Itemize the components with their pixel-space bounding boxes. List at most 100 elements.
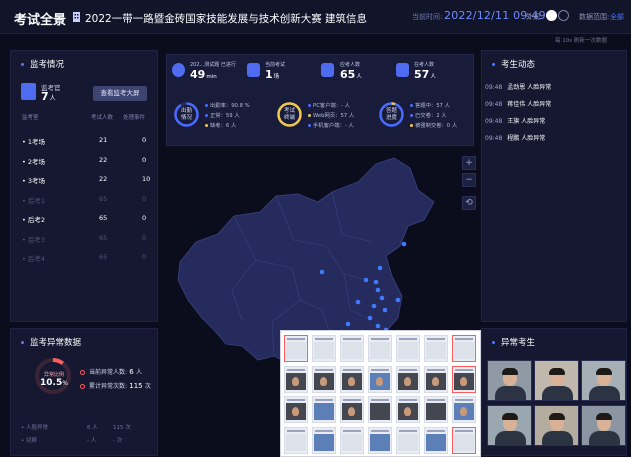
table-cell: 21 xyxy=(99,136,108,144)
video-tile[interactable] xyxy=(424,335,448,362)
video-tile[interactable] xyxy=(312,396,336,423)
table-cell: • 后考3 xyxy=(22,235,46,244)
video-tile[interactable] xyxy=(284,396,308,423)
gauge-detail: 答题中：57 人 xyxy=(410,101,450,109)
video-tile[interactable] xyxy=(368,365,392,393)
moon-icon[interactable] xyxy=(558,10,569,21)
video-tile[interactable] xyxy=(424,426,448,454)
table-cell: 22 xyxy=(99,155,108,164)
range-link[interactable]: 全部 xyxy=(610,12,624,22)
candidate-photo[interactable] xyxy=(581,360,626,401)
gauge-detail: 手机客户端：- 人 xyxy=(308,121,354,129)
proctor-count: 7人 xyxy=(41,90,56,103)
gauge-detail: PC客户端：- 人 xyxy=(308,101,350,109)
ring-value: 10.5% xyxy=(40,378,68,388)
table-row[interactable]: • 后考1 65 0 xyxy=(11,195,159,211)
dot-icon xyxy=(80,369,85,375)
time-label: 当前时间: xyxy=(412,13,443,21)
video-tile[interactable] xyxy=(396,365,420,393)
video-tile[interactable] xyxy=(284,335,308,362)
current-anomaly: 当前异常人数: 6 人 xyxy=(80,367,142,376)
table-cell: 0 xyxy=(142,194,147,203)
video-tile[interactable] xyxy=(396,396,420,423)
video-tile[interactable] xyxy=(340,396,364,423)
video-tile[interactable] xyxy=(340,365,364,393)
candidate-photo[interactable] xyxy=(581,405,626,446)
table-cell: 65 xyxy=(99,214,108,222)
reset-view-button[interactable]: ⟲ xyxy=(462,196,476,210)
video-tile[interactable] xyxy=(452,365,476,393)
table-row[interactable]: • 后考4 65 0 xyxy=(11,253,159,269)
video-tile[interactable] xyxy=(368,335,392,362)
table-cell: 65 xyxy=(99,233,108,242)
ring-label: 异常比例 xyxy=(43,372,64,378)
video-tile[interactable] xyxy=(452,396,476,423)
candidates: 65人 xyxy=(340,68,362,81)
anomaly-row-times: - 次 xyxy=(113,438,123,444)
present-label: 在考人数 xyxy=(414,62,435,68)
video-tile[interactable] xyxy=(312,365,336,393)
table-row[interactable]: • 3考场 22 10 xyxy=(11,175,159,191)
gauge-detail: 缺考：6 人 xyxy=(205,121,236,129)
table-cell: 0 xyxy=(142,253,147,261)
table-cell: 0 xyxy=(142,155,147,164)
video-tile[interactable] xyxy=(284,365,308,393)
dynamic-item[interactable]: 09:48 程鹏 人脸异常 xyxy=(485,133,545,142)
table-cell: • 3考场 xyxy=(22,177,46,185)
user-icon xyxy=(21,83,36,100)
theme-label: 外观: xyxy=(526,13,543,21)
video-tile[interactable] xyxy=(312,426,336,454)
video-wall[interactable] xyxy=(280,330,481,457)
table-row[interactable]: • 后考3 65 0 xyxy=(11,234,159,250)
video-tile[interactable] xyxy=(284,426,308,454)
video-tile[interactable] xyxy=(396,426,420,454)
candidate-photo[interactable] xyxy=(534,360,579,401)
exam-elapsed: 49min xyxy=(190,68,217,81)
zoom-out-button[interactable]: − xyxy=(462,173,476,187)
video-tile[interactable] xyxy=(340,426,364,454)
theme-light-toggle[interactable] xyxy=(546,10,557,21)
candidate-photo[interactable] xyxy=(487,360,532,401)
exam-elapsed-label: 202...测试题 已进行 xyxy=(190,62,236,68)
table-row[interactable]: • 1考场 21 0 xyxy=(11,136,159,152)
table-cell: • 后考2 xyxy=(22,216,46,224)
gauge-detail: 已交卷：2 人 xyxy=(410,111,447,119)
panel-title: 监考异常数据 xyxy=(21,336,81,348)
video-tile[interactable] xyxy=(312,335,336,362)
column-header: 考试人数 xyxy=(91,115,114,121)
gauge-detail: 被强制交卷：0 人 xyxy=(410,121,457,129)
candidate-photo[interactable] xyxy=(534,405,579,446)
video-tile[interactable] xyxy=(424,396,448,423)
gauge-caption: 考试 终端 xyxy=(283,108,295,121)
view-wall-button[interactable]: 查看监考大屏 xyxy=(93,86,147,101)
video-tile[interactable] xyxy=(368,426,392,454)
current-exam: 1场 xyxy=(265,68,280,81)
anomaly-row-people: 6 人 xyxy=(87,425,98,431)
range-label: 数据范围: xyxy=(579,13,610,21)
video-tile[interactable] xyxy=(396,335,420,362)
column-header: 监考室 xyxy=(22,115,39,121)
panel-title: 异常考生 xyxy=(492,336,535,348)
anomaly-row-times: 115 次 xyxy=(113,425,131,431)
video-tile[interactable] xyxy=(424,365,448,393)
gauge-detail: 出勤率：90.8 % xyxy=(205,101,250,109)
zoom-in-button[interactable]: + xyxy=(462,156,476,170)
panel-title: 监考情况 xyxy=(21,58,64,70)
table-row[interactable]: • 后考2 65 0 xyxy=(11,214,159,230)
video-tile[interactable] xyxy=(368,396,392,423)
proctor-panel: 监考情况 监考官 7人 查看监考大屏 监考室 考试人数 处理事件 • 1考场 21… xyxy=(10,50,158,322)
candidates-label: 应考人数 xyxy=(340,62,361,68)
panel-title: 考生动态 xyxy=(492,58,535,70)
table-row[interactable]: • 2考场 22 0 xyxy=(11,156,159,172)
video-tile[interactable] xyxy=(340,335,364,362)
page-title: 考试全景 xyxy=(14,13,67,28)
anomaly-row-label: • 切屏 xyxy=(21,438,37,444)
table-cell: 0 xyxy=(142,136,147,144)
dynamic-item[interactable]: 09:48 孟劲恩 人脸异常 xyxy=(485,82,551,91)
dynamic-item[interactable]: 09:48 蒋佳伟 人脸异常 xyxy=(485,99,551,108)
video-tile[interactable] xyxy=(452,335,476,362)
gauge-detail: 正常：59 人 xyxy=(205,111,240,119)
video-tile[interactable] xyxy=(452,426,476,454)
dynamic-item[interactable]: 09:48 王旗 人脸异常 xyxy=(485,116,545,125)
candidate-photo[interactable] xyxy=(487,405,532,446)
